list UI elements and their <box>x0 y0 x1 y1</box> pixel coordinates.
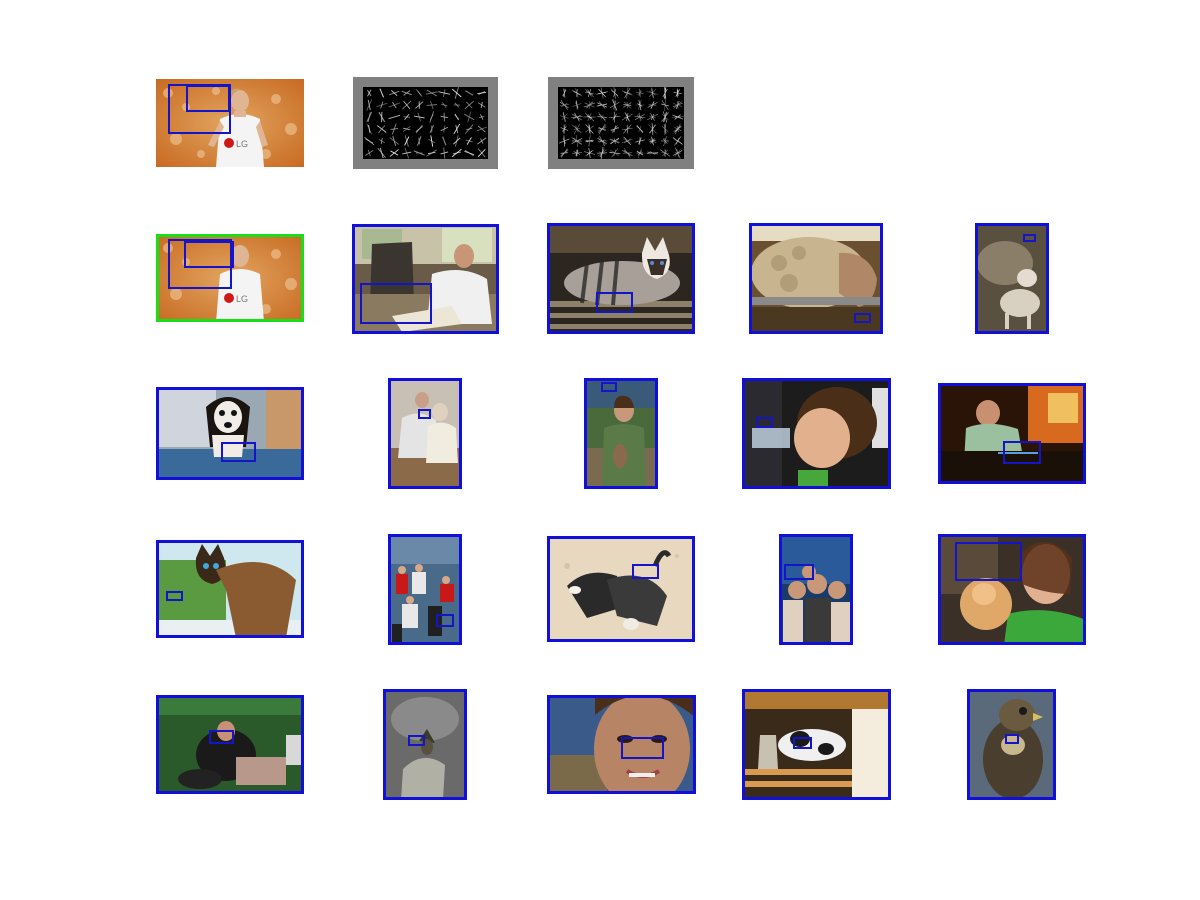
hog-glyph-stroke <box>443 125 446 133</box>
hog-glyph-stroke <box>379 147 384 159</box>
hog-glyph-stroke <box>391 90 398 96</box>
hog-glyph-stroke <box>662 111 668 123</box>
hog-glyph-stroke <box>376 125 387 133</box>
hog-glyph-stroke <box>392 136 397 146</box>
hog-glyph-stroke <box>366 111 373 123</box>
result-boy-drinking <box>742 378 891 489</box>
result-sheep-lamb <box>975 223 1049 334</box>
result-man-at-stove <box>938 383 1086 484</box>
result-woman-face <box>547 695 696 794</box>
hog-glyph-stroke <box>380 137 383 145</box>
result-beagle <box>156 387 304 480</box>
hog-glyph-stroke <box>477 137 487 145</box>
hog-glyph-stroke <box>418 137 421 145</box>
hog-glyph-stroke <box>426 89 437 97</box>
svg-text:LG: LG <box>236 294 248 304</box>
result-group-friends <box>779 534 853 645</box>
hog-glyph-stroke <box>464 150 475 156</box>
hog-glyph-stroke <box>367 99 371 111</box>
hog-glyph-stroke <box>404 136 410 146</box>
hog-glyph-stroke <box>388 114 401 120</box>
hog-glyph-stroke <box>451 88 462 98</box>
hog-glyph-stroke <box>453 137 461 145</box>
hog-glyph-stroke <box>388 102 400 108</box>
hog-template-positive <box>353 77 498 169</box>
hog-glyph-stroke <box>613 87 616 99</box>
result-sheep <box>749 223 883 334</box>
hog-glyph-stroke <box>379 88 385 98</box>
result-woman-with-bird <box>584 378 658 489</box>
hog-glyph-stroke <box>454 113 459 121</box>
hog-glyph-stroke <box>365 150 374 156</box>
result-man-on-couch <box>352 224 499 334</box>
result-elderly-couple <box>388 378 462 489</box>
result-bird-on-rock <box>383 689 467 800</box>
hog-glyph-stroke <box>467 111 472 123</box>
result-siamese-cat-window <box>156 540 304 638</box>
hog-template-weights <box>548 77 694 169</box>
hog-glyph-stroke <box>403 116 411 118</box>
hog-glyph-stroke <box>477 125 486 133</box>
hog-glyph-stroke <box>442 136 447 146</box>
hog-glyph-stroke <box>443 147 446 159</box>
query-image-football-player: LG <box>156 79 304 167</box>
result-siamese-cat <box>547 223 695 334</box>
result-woman-with-pomeranian <box>938 534 1086 645</box>
result-falcon <box>967 689 1056 800</box>
result-running-dogs <box>547 536 695 642</box>
result-crowd-boat <box>388 534 462 645</box>
hog-glyph-stroke <box>563 135 565 147</box>
hog-glyph-stroke <box>390 128 399 130</box>
hog-glyph-stroke <box>465 90 473 96</box>
hog-glyph-stroke <box>365 138 374 144</box>
hog-glyph-stroke <box>417 90 422 96</box>
hog-glyph-stroke <box>560 149 569 157</box>
hog-glyph-stroke <box>429 111 435 123</box>
result-green-room <box>156 695 304 794</box>
hog-glyph-stroke <box>403 127 411 131</box>
hog-glyph-stroke <box>451 148 462 158</box>
svg-text:LG: LG <box>236 139 248 149</box>
result-cat-on-shelf <box>742 689 891 800</box>
hog-glyph-stroke <box>426 149 438 157</box>
retrieval-figure: LG LG <box>0 0 1200 900</box>
hog-glyph-stroke <box>415 126 423 132</box>
hog-glyph-stroke <box>464 124 474 134</box>
hog-glyph-stroke <box>401 90 412 96</box>
hog-glyph-stroke <box>638 125 642 133</box>
hog-glyph-stroke <box>390 150 399 156</box>
hog-glyph-stroke <box>675 137 680 145</box>
hog-glyph-stroke <box>453 123 461 135</box>
result-football-player: LG <box>156 234 304 322</box>
hog-glyph-stroke <box>623 136 632 146</box>
hog-glyph-stroke <box>573 128 581 130</box>
